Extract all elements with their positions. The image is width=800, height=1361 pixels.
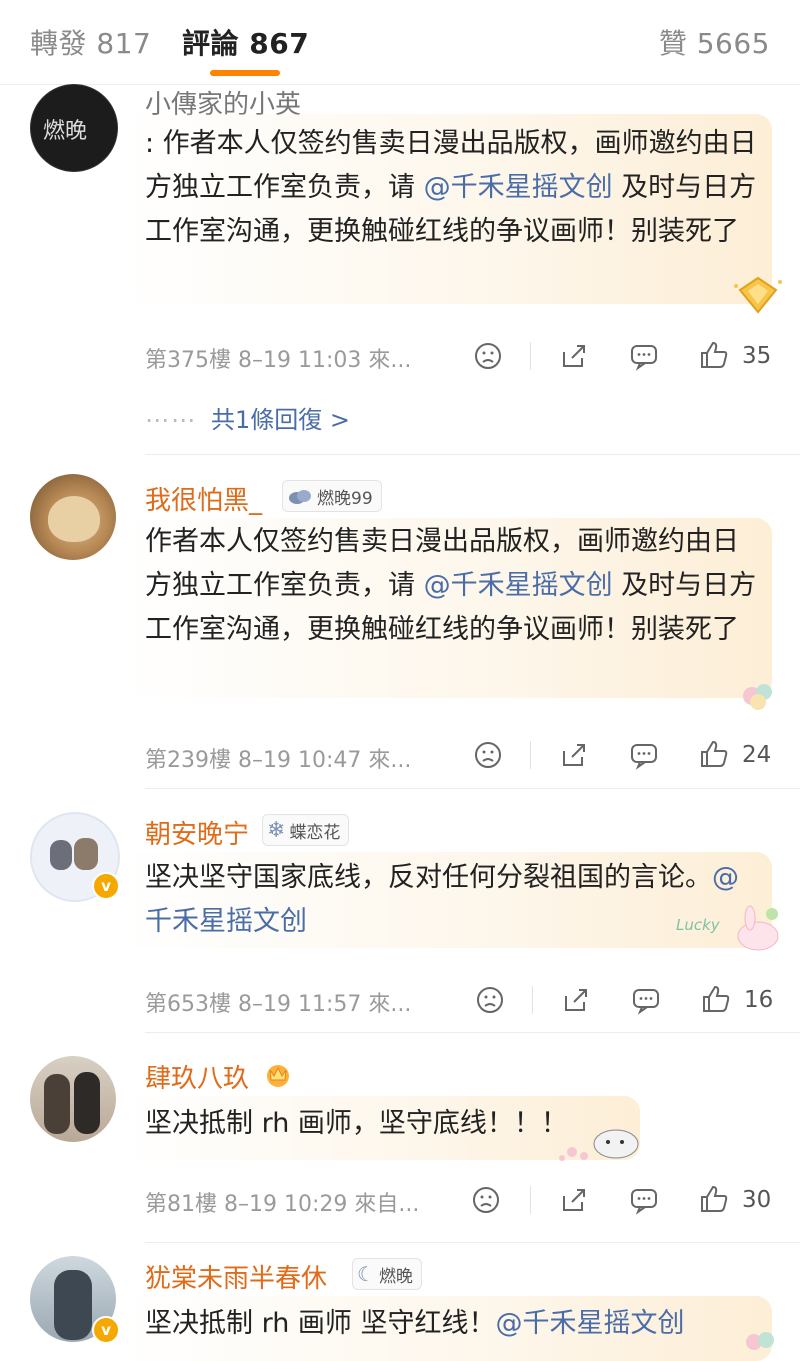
share-icon[interactable] [558, 340, 590, 372]
action-separator [530, 741, 531, 769]
active-tab-indicator [210, 70, 280, 76]
comment-item: v 朝安晚宁 ❄ 蝶恋花 坚决坚守国家底线，反对任何分裂祖国的言论。@千禾星摇文… [0, 808, 800, 1034]
comment-meta: 第375樓 8–19 11:03 來... [145, 348, 412, 373]
comment-meta: 第653樓 8–19 11:57 來... [145, 992, 412, 1017]
like-count: 35 [742, 343, 772, 369]
crown-icon [267, 1065, 289, 1087]
view-replies-link[interactable]: ⋯⋯ 共1條回復 > [145, 400, 350, 435]
comment-meta: 第81樓 8–19 10:29 來自... [145, 1192, 420, 1217]
comment-item: 肆玖八玖 坚决抵制 rh 画师，坚守底线！！！ 第81樓 8–19 10:29 … [0, 1052, 800, 1246]
comment-icon[interactable] [628, 1184, 660, 1216]
cloud-icon [289, 490, 311, 504]
diamond-badge-icon [734, 276, 782, 314]
sticker-label: Lucky [676, 916, 720, 934]
sad-face-icon[interactable] [470, 1184, 502, 1216]
like-count: 24 [742, 742, 772, 768]
moon-icon: ☾ [357, 1262, 375, 1286]
action-separator [530, 1186, 531, 1214]
mention-link[interactable]: @千禾星摇文创 [424, 570, 613, 601]
fan-badge[interactable]: ☾ 燃晚 [352, 1258, 422, 1290]
share-icon[interactable] [558, 739, 590, 771]
share-icon[interactable] [560, 984, 592, 1016]
comment-text: 作者本人仅签约售卖日漫出品版权，画师邀约由日方独立工作室负责，请 @千禾星摇文创… [145, 526, 757, 645]
avatar[interactable]: 燃晚 [30, 84, 118, 172]
comment-icon[interactable] [628, 340, 660, 372]
comment-meta: 第239樓 8–19 10:47 來... [145, 748, 412, 773]
comment-icon[interactable] [628, 739, 660, 771]
comment-divider [145, 788, 800, 789]
sad-face-icon[interactable] [472, 739, 504, 771]
comment-item: 燃晚 小傳家的小英 : 作者本人仅签约售卖日漫出品版权，画师邀约由日方独立工作室… [0, 84, 800, 459]
username[interactable]: 肆玖八玖 [145, 1058, 249, 1095]
tab-likes[interactable]: 贊 5665 [659, 22, 770, 62]
comment-divider [145, 1032, 800, 1033]
action-separator [532, 986, 533, 1014]
thumb-up-icon[interactable] [698, 1183, 730, 1215]
username[interactable]: 犹棠未雨半春休 [145, 1258, 327, 1295]
thumb-up-icon[interactable] [700, 983, 732, 1015]
username[interactable]: 我很怕黑_ [145, 480, 262, 517]
comment-divider [145, 1242, 800, 1243]
fan-badge[interactable]: 燃晚99 [282, 480, 382, 512]
tab-comments[interactable]: 評論 867 [182, 22, 309, 62]
sad-face-icon[interactable] [472, 340, 504, 372]
comment-item: v 犹棠未雨半春休 ☾ 燃晚 坚决抵制 rh 画师 坚守红线！@千禾星摇文创 [0, 1252, 800, 1361]
mention-link[interactable]: @千禾星摇文创 [496, 1308, 685, 1339]
verified-icon: v [92, 872, 120, 900]
comment-tab-bar: 轉發 817 評論 867 贊 5665 [0, 0, 800, 85]
avatar[interactable] [30, 474, 116, 560]
avatar[interactable] [30, 1056, 116, 1142]
snowflake-icon: ❄ [267, 817, 286, 843]
mention-link[interactable]: @千禾星摇文创 [424, 172, 613, 203]
comment-text: 坚决坚守国家底线，反对任何分裂祖国的言论。@千禾星摇文创 [145, 862, 739, 937]
comment-item: 我很怕黑_ 燃晚99 作者本人仅签约售卖日漫出品版权，画师邀约由日方独立工作室负… [0, 474, 800, 789]
comment-icon[interactable] [630, 984, 662, 1016]
bunny-sticker-icon [737, 905, 779, 951]
verified-icon: v [92, 1316, 120, 1344]
share-icon[interactable] [558, 1184, 590, 1216]
username[interactable]: 朝安晚宁 [145, 814, 249, 851]
cat-sticker-icon [559, 1129, 639, 1161]
comment-text: 坚决抵制 rh 画师 坚守红线！@千禾星摇文创 [145, 1308, 685, 1339]
flower-sticker-icon [746, 1332, 774, 1350]
like-count: 30 [742, 1187, 772, 1213]
like-count: 16 [744, 987, 774, 1013]
fan-badge[interactable]: ❄ 蝶恋花 [262, 814, 350, 846]
action-separator [530, 342, 531, 370]
flower-sticker-icon [743, 684, 772, 710]
thumb-up-icon[interactable] [698, 339, 730, 371]
comment-divider [145, 454, 800, 455]
avatar-logo-text: 燃晚 [43, 119, 88, 144]
comment-text: 坚决抵制 rh 画师，坚守底线！！！ [145, 1108, 568, 1139]
sad-face-icon[interactable] [474, 984, 506, 1016]
thumb-up-icon[interactable] [698, 738, 730, 770]
tab-forward[interactable]: 轉發 817 [30, 22, 151, 62]
comment-text: : 作者本人仅签约售卖日漫出品版权，画师邀约由日方独立工作室负责，请 @千禾星摇… [145, 128, 757, 247]
